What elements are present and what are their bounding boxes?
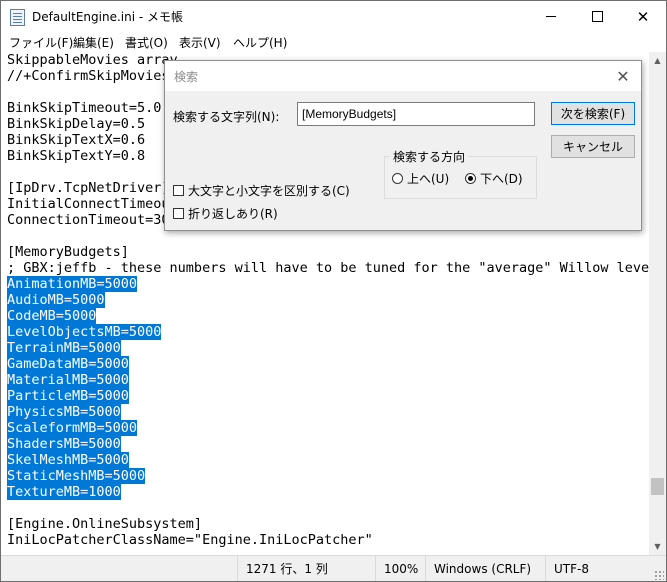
editor-line: TerrainMB=5000 <box>7 340 121 356</box>
wrap-around-checkbox[interactable]: 折り返しあり(R) <box>173 205 278 222</box>
maximize-icon <box>591 11 603 22</box>
editor-line: ; GBX:jeffb - these numbers will have to… <box>7 260 649 276</box>
editor-line: GameDataMB=5000 <box>7 356 129 372</box>
checkbox-match-case-icon <box>173 185 184 196</box>
wrap-around-label: 折り返しあり(R) <box>188 207 278 221</box>
dialog-title: 検索 <box>174 70 199 84</box>
editor-line: ShadersMB=5000 <box>7 436 121 452</box>
window-title: DefaultEngine.ini - メモ帳 <box>32 10 184 24</box>
editor-line: PhysicsMB=5000 <box>7 404 121 420</box>
menu-help[interactable]: ヘルプ(H) <box>233 34 287 51</box>
editor-line: SkippableMovies array <box>7 52 178 68</box>
radio-up-icon <box>392 173 403 184</box>
editor-line: MaterialMB=5000 <box>7 372 129 388</box>
editor-line: ConnectionTimeout=30 <box>7 212 170 228</box>
direction-up-radio[interactable]: 上へ(U) <box>392 170 449 187</box>
resize-grip-icon[interactable] <box>654 570 664 580</box>
menu-view[interactable]: 表示(V) <box>179 34 221 51</box>
notepad-icon <box>10 9 25 26</box>
dialog-close-icon[interactable]: ✕ <box>609 63 637 89</box>
editor-line: [IpDrv.TcpNetDriver] <box>7 180 170 196</box>
editor-line: InitialConnectTimeou <box>7 196 170 212</box>
radio-down-icon <box>465 173 476 184</box>
minimize-button[interactable] <box>528 1 574 32</box>
cancel-button[interactable]: キャンセル <box>551 135 635 158</box>
status-line-ending: Windows (CRLF) <box>425 556 531 581</box>
editor-line: BinkSkipTimeout=5.0 <box>7 100 162 116</box>
direction-down-label: 下へ(D) <box>480 172 523 186</box>
menu-format[interactable]: 書式(O) <box>125 34 168 51</box>
status-position: 1271 行、1 列 <box>237 556 328 581</box>
editor-line: SkelMeshMB=5000 <box>7 452 129 468</box>
dialog-title-bar[interactable]: 検索 ✕ <box>165 61 641 91</box>
editor-line: TextureMB=1000 <box>7 484 121 500</box>
editor-line: //+ConfirmSkipMovies <box>7 68 170 84</box>
editor-line: [MemoryBudgets] <box>7 244 129 260</box>
direction-up-label: 上へ(U) <box>407 172 450 186</box>
find-next-button[interactable]: 次を検索(F) <box>551 102 635 125</box>
editor-line: [Engine.OnlineSubsystem] <box>7 516 203 532</box>
vertical-scrollbar[interactable]: ▲ ▼ <box>649 52 666 555</box>
find-what-label: 検索する文字列(N): <box>173 110 280 124</box>
editor-line: AudioMB=5000 <box>7 292 105 308</box>
checkbox-wrap-icon <box>173 208 184 219</box>
editor-line: AnimationMB=5000 <box>7 276 138 292</box>
editor-line: ParticleMB=5000 <box>7 388 129 404</box>
direction-label: 検索する方向 <box>390 148 469 165</box>
editor-line: ScaleformMB=5000 <box>7 420 138 436</box>
notepad-window: DefaultEngine.ini - メモ帳 ✕ ファイル(F) 編集(E) … <box>0 0 667 582</box>
editor-line: CodeMB=5000 <box>7 308 97 324</box>
find-dialog: 検索 ✕ 検索する文字列(N): 次を検索(F) キャンセル 検索する方向 上へ… <box>164 60 642 231</box>
scroll-thumb[interactable] <box>651 478 664 495</box>
menu-bar: ファイル(F) 編集(E) 書式(O) 表示(V) ヘルプ(H) <box>1 32 666 52</box>
close-icon: ✕ <box>636 7 650 26</box>
status-encoding: UTF-8 <box>545 556 589 581</box>
editor-line: BinkSkipTextX=0.6 <box>7 132 146 148</box>
status-bar: 1271 行、1 列 100% Windows (CRLF) UTF-8 <box>1 555 666 581</box>
status-zoom: 100% <box>375 556 418 581</box>
editor-line: BinkSkipTextY=0.8 <box>7 148 146 164</box>
scroll-down-icon[interactable]: ▼ <box>649 538 666 555</box>
find-what-input[interactable] <box>297 102 535 126</box>
maximize-button[interactable] <box>574 1 620 32</box>
editor-line: IniLocPatcherClassName="Engine.IniLocPat… <box>7 532 373 548</box>
menu-edit[interactable]: 編集(E) <box>73 34 114 51</box>
close-button[interactable]: ✕ <box>620 1 666 32</box>
menu-file[interactable]: ファイル(F) <box>9 34 73 51</box>
editor-line: LevelObjectsMB=5000 <box>7 324 162 340</box>
match-case-checkbox[interactable]: 大文字と小文字を区別する(C) <box>173 182 350 199</box>
editor-line: BinkSkipDelay=0.5 <box>7 116 146 132</box>
direction-group: 検索する方向 上へ(U) 下へ(D) <box>384 148 537 199</box>
direction-down-radio[interactable]: 下へ(D) <box>465 170 523 187</box>
title-bar[interactable]: DefaultEngine.ini - メモ帳 ✕ <box>1 1 666 32</box>
minimize-icon <box>546 16 556 17</box>
match-case-label: 大文字と小文字を区別する(C) <box>188 184 350 198</box>
editor-line: StaticMeshMB=5000 <box>7 468 146 484</box>
scroll-up-icon[interactable]: ▲ <box>649 52 666 69</box>
